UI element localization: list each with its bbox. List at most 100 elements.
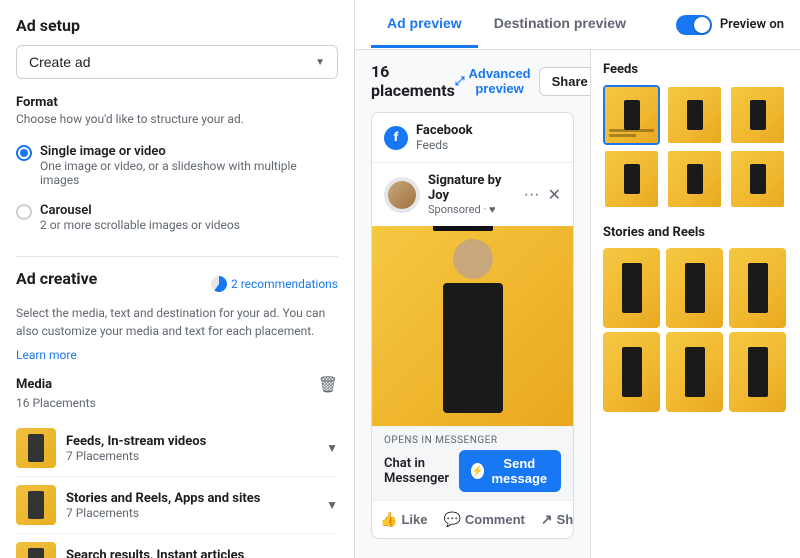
stories-thumb-grid <box>603 248 788 412</box>
advertiser-avatar <box>384 177 420 213</box>
media-section: Media 🗑 16 Placements Feeds, In-stream v… <box>16 375 338 558</box>
share-icon: ↗ <box>541 511 553 528</box>
thumb-figure-1 <box>28 434 44 462</box>
tab-ad-preview[interactable]: Ad preview <box>371 1 478 48</box>
placement-item-1[interactable]: Feeds, In-stream videos 7 Placements ▼ <box>16 420 338 477</box>
radio-single-circle <box>16 145 32 161</box>
tab-destination-preview[interactable]: Destination preview <box>478 1 642 48</box>
ad-creative-header: Ad creative 2 recommendations <box>16 269 338 298</box>
story-figure-2 <box>685 263 705 313</box>
feeds-thumb-figure-1 <box>624 100 640 130</box>
dropdown-arrow-icon: ▼ <box>315 57 325 68</box>
story-thumb-1[interactable] <box>603 248 660 328</box>
story-bg-4 <box>603 332 660 412</box>
story-thumb-6[interactable] <box>729 332 786 412</box>
feeds-thumb-figure-4 <box>624 164 640 194</box>
thumb-text-lines-1 <box>609 129 654 139</box>
learn-more-link[interactable]: Learn more <box>16 348 77 362</box>
placements-actions: ⤢ Advanced preview Share ▼ <box>455 66 590 96</box>
placement-thumb-inner-1 <box>16 428 56 468</box>
divider-1 <box>16 256 338 257</box>
placement-item-2[interactable]: Stories and Reels, Apps and sites 7 Plac… <box>16 477 338 534</box>
story-thumb-3[interactable] <box>729 248 786 328</box>
story-figure-6 <box>748 347 768 397</box>
radio-single-option[interactable]: Single image or video One image or video… <box>16 136 338 195</box>
placement-item-3[interactable]: Search results, Instant articles 2 Place… <box>16 534 338 558</box>
trash-icon[interactable]: 🗑 <box>318 375 338 394</box>
preview-toggle-switch[interactable] <box>676 15 712 35</box>
send-message-label: Send message <box>490 456 549 486</box>
story-bg-2 <box>666 248 723 328</box>
recommendations-badge: 2 recommendations <box>211 276 338 292</box>
thumb-line-2 <box>609 134 636 137</box>
opens-in-label: Opens in messenger <box>384 435 561 446</box>
close-ad-button[interactable]: ✕ <box>548 185 561 205</box>
media-title: Media <box>16 377 52 392</box>
figure-hat <box>433 226 493 231</box>
feeds-thumb-figure-3 <box>750 100 766 130</box>
placement-thumb-3 <box>16 542 56 558</box>
thumb-figure-2 <box>28 491 44 519</box>
feeds-thumb-grid <box>603 85 788 209</box>
radio-carousel-option[interactable]: Carousel 2 or more scrollable images or … <box>16 195 338 240</box>
share-label: Share <box>552 74 588 89</box>
expand-icon: ⤢ <box>455 74 465 89</box>
advanced-preview-label: Advanced preview <box>468 66 530 96</box>
ad-post-actions: ··· ✕ <box>524 185 561 205</box>
comment-label: Comment <box>465 512 525 527</box>
placement-info-2: Stories and Reels, Apps and sites 7 Plac… <box>66 491 316 520</box>
right-panel: Ad preview Destination preview Preview o… <box>355 0 800 558</box>
radio-single-title: Single image or video <box>40 144 338 159</box>
advanced-preview-button[interactable]: ⤢ Advanced preview <box>455 66 531 96</box>
story-bg-1 <box>603 248 660 328</box>
format-section: Format Choose how you'd like to structur… <box>16 95 338 240</box>
placement-info-1: Feeds, In-stream videos 7 Placements <box>66 434 316 463</box>
story-bg-5 <box>666 332 723 412</box>
feeds-thumb-figure-2 <box>687 100 703 130</box>
sponsored-label: Sponsored · ♥ <box>428 203 516 216</box>
story-bg-6 <box>729 332 786 412</box>
fb-platform-type: Feeds <box>416 138 473 152</box>
feeds-thumb-figure-5 <box>687 164 703 194</box>
story-thumb-4[interactable] <box>603 332 660 412</box>
ad-figure <box>443 239 503 413</box>
toggle-label: Preview on <box>720 17 784 32</box>
stories-section-title: Stories and Reels <box>603 225 788 240</box>
format-description: Choose how you'd like to structure your … <box>16 112 338 126</box>
radio-carousel-title: Carousel <box>40 203 240 218</box>
toggle-knob <box>694 17 710 33</box>
ad-image <box>372 226 573 426</box>
story-figure-3 <box>748 263 768 313</box>
share-action-button[interactable]: ↗ Share <box>533 507 574 532</box>
story-bg-3 <box>729 248 786 328</box>
share-button[interactable]: Share ▼ <box>539 67 590 96</box>
like-button[interactable]: 👍 Like <box>372 507 435 532</box>
placement-count-1: 7 Placements <box>66 449 316 463</box>
comment-button[interactable]: 💬 Comment <box>435 507 532 532</box>
feeds-thumb-1[interactable] <box>603 85 660 145</box>
placement-thumb-inner-2 <box>16 485 56 525</box>
feeds-thumb-4[interactable] <box>603 149 660 209</box>
create-ad-dropdown[interactable]: Create ad ▼ <box>16 45 338 79</box>
messenger-bolt-icon: ⚡ <box>471 466 483 477</box>
story-thumb-5[interactable] <box>666 332 723 412</box>
feeds-thumb-bg-5 <box>668 151 721 207</box>
story-figure-1 <box>622 263 642 313</box>
preview-tabs-bar: Ad preview Destination preview Preview o… <box>355 0 800 50</box>
facebook-ad-card: f Facebook Feeds Signature by Joy Sponso… <box>371 112 574 539</box>
more-options-button[interactable]: ··· <box>524 186 540 204</box>
feeds-thumb-5[interactable] <box>666 149 723 209</box>
preview-toggle: Preview on <box>676 15 784 35</box>
send-message-button[interactable]: ⚡ Send message <box>459 450 561 492</box>
feeds-thumb-3[interactable] <box>729 85 786 145</box>
placement-name-3: Search results, Instant articles <box>66 548 316 558</box>
feeds-thumb-6[interactable] <box>729 149 786 209</box>
story-thumb-2[interactable] <box>666 248 723 328</box>
cta-label: Chat in Messenger <box>384 456 459 486</box>
ad-creative-title: Ad creative <box>16 269 97 288</box>
messenger-icon: ⚡ <box>471 463 483 479</box>
feeds-thumb-2[interactable] <box>666 85 723 145</box>
preview-content: 16 placements ⤢ Advanced preview Share ▼ <box>355 50 800 558</box>
radio-single-text: Single image or video One image or video… <box>40 144 338 187</box>
media-header: Media 🗑 <box>16 375 338 394</box>
